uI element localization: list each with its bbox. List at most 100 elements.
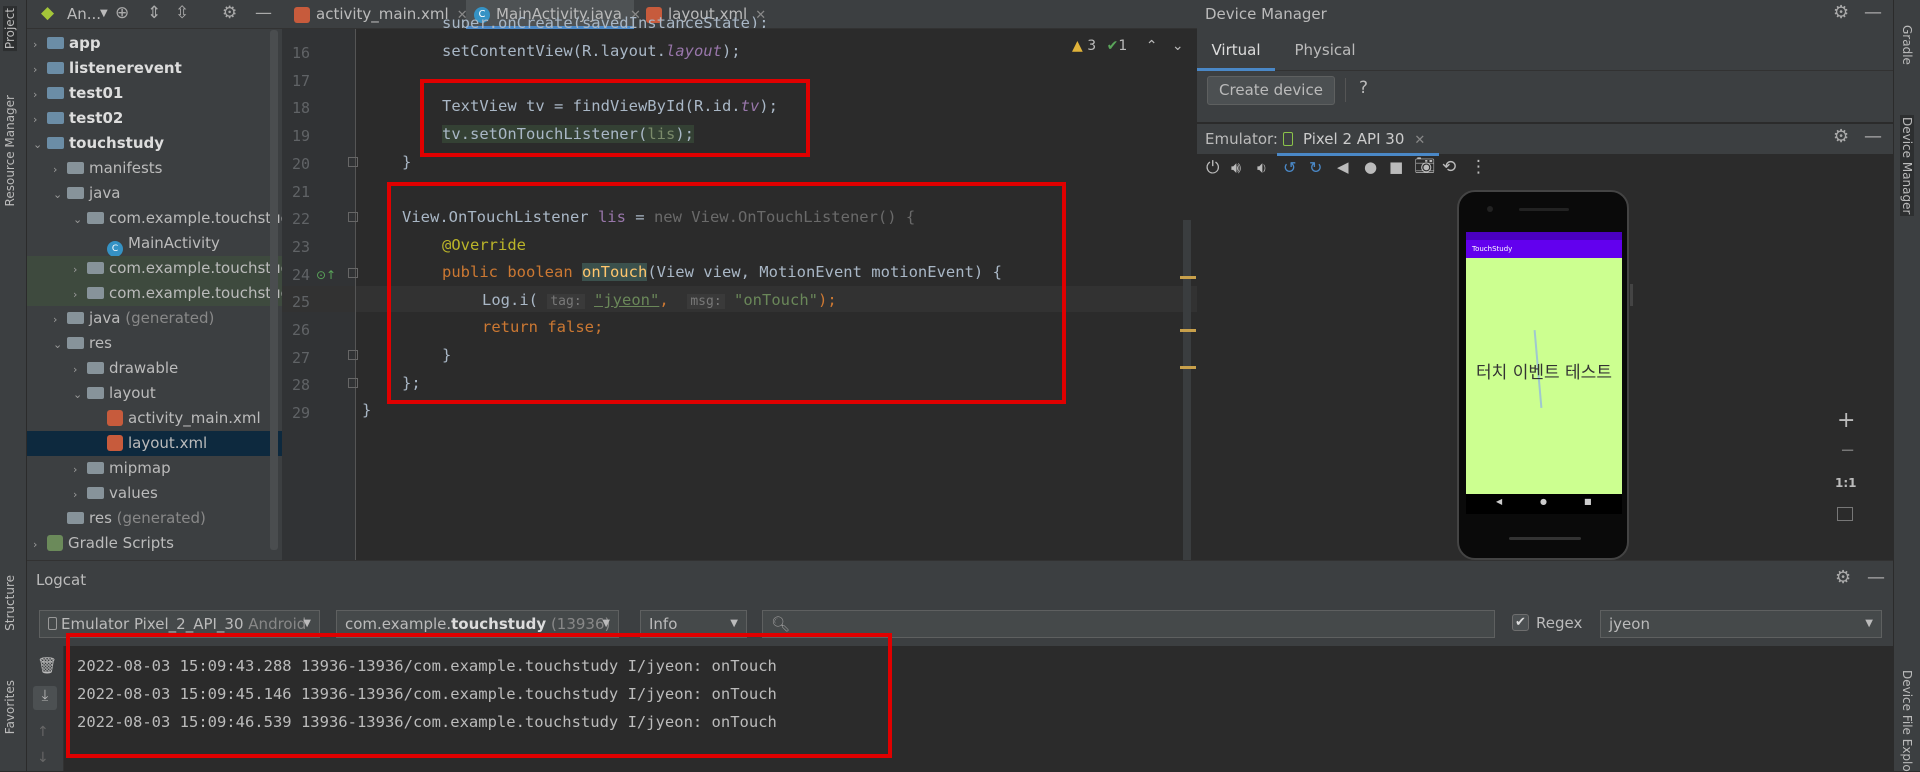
hide-icon[interactable]: — <box>1864 126 1882 147</box>
tree-item[interactable]: layout.xml <box>27 431 282 456</box>
tab-activity-main-xml[interactable]: activity_main.xml ✕ <box>286 0 468 29</box>
line-number: 28 <box>291 376 310 395</box>
warning-icon: ▲ <box>1072 38 1083 54</box>
collapse-all-icon[interactable]: ⇳ <box>175 3 189 23</box>
code-line-20: } <box>402 153 412 171</box>
device-icon <box>48 617 57 630</box>
expand-all-icon[interactable]: ⇕ <box>147 3 161 23</box>
chevron-right-icon[interactable]: › <box>33 532 47 556</box>
xml-file-icon <box>294 7 310 23</box>
hide-icon[interactable]: — <box>255 3 272 23</box>
tab-physical[interactable]: Physical <box>1275 33 1375 71</box>
code-line-16: setContentView(R.layout.layout); <box>442 42 741 60</box>
chevron-right-icon[interactable]: › <box>73 457 87 481</box>
status-bar <box>1466 232 1622 240</box>
highlight-box-listener-set <box>420 79 810 157</box>
device-tabs: Virtual Physical <box>1197 33 1893 71</box>
trash-icon[interactable]: 🗑︎ <box>37 656 57 675</box>
zoom-in-icon[interactable]: + <box>1837 408 1855 433</box>
emulator-panel: Emulator: Pixel 2 API 30 ✕ ⚙ — ⏻ 🔊︎ 🔉︎ ↺ … <box>1197 122 1893 560</box>
folder-icon <box>67 512 84 524</box>
gradle-tool-tab[interactable]: Gradle <box>1900 25 1914 65</box>
chevron-up-icon[interactable]: ⌃ <box>1146 38 1158 54</box>
tree-item-label: values <box>109 484 158 502</box>
device-manager-panel: Device Manager ⚙ — Virtual Physical Crea… <box>1197 0 1893 122</box>
tree-item[interactable]: › Gradle Scripts <box>27 531 282 556</box>
tab-pixel-2-api-30[interactable]: Pixel 2 API 30 ✕ <box>1277 124 1439 156</box>
volume-up-icon[interactable]: 🔊︎ <box>1231 158 1241 178</box>
editor-scrollbar[interactable] <box>1183 220 1191 560</box>
device-icon <box>1283 132 1293 146</box>
fold-icon[interactable] <box>348 212 358 222</box>
gear-icon[interactable]: ⚙ <box>1835 567 1851 588</box>
app-bar: TouchStudy <box>1466 240 1622 258</box>
tree-item[interactable]: res (generated) <box>27 506 282 531</box>
back-icon[interactable]: ◀ <box>1337 158 1349 176</box>
tab-virtual[interactable]: Virtual <box>1197 33 1275 71</box>
chevron-right-icon[interactable]: › <box>73 482 87 506</box>
fold-icon[interactable] <box>348 157 358 167</box>
project-view-selector[interactable]: An... <box>67 5 101 23</box>
gear-icon[interactable]: ⚙ <box>1833 126 1849 147</box>
inspection-widget[interactable]: ▲ 3 ✔1 ⌃ ⌄ <box>1072 38 1184 54</box>
scroll-to-end-icon[interactable]: ⤓ <box>33 686 57 710</box>
line-number: 23 <box>291 237 310 256</box>
implements-gutter-icon[interactable]: ⊙↑ <box>316 268 336 282</box>
overview-icon[interactable]: ■ <box>1584 497 1592 506</box>
search-icon: 🔍︎ <box>771 615 791 633</box>
warning-marker[interactable] <box>1180 329 1196 332</box>
project-toolbar: ◆ An... ▼ ⊕ ⇕ ⇳ ⚙ — <box>27 0 282 29</box>
code-line-15: super.onCreate(savedInstanceState); <box>442 14 769 28</box>
overview-icon[interactable]: ■ <box>1389 158 1403 176</box>
rotate-right-icon[interactable]: ↻ <box>1309 158 1322 177</box>
chevron-down-icon[interactable]: ⌄ <box>1172 38 1184 54</box>
zoom-fit-icon[interactable] <box>1837 507 1853 521</box>
line-number: 22 <box>291 210 310 229</box>
gear-icon[interactable]: ⚙ <box>1833 2 1849 23</box>
warning-marker[interactable] <box>1180 366 1196 369</box>
snapshot-icon[interactable]: ⟲ <box>1442 157 1456 177</box>
favorites-tool-tab[interactable]: Favorites <box>3 680 17 734</box>
filter-config-select[interactable]: jyeon ▼ <box>1600 610 1882 638</box>
regex-checkbox[interactable]: ✔ <box>1512 614 1529 631</box>
hide-icon[interactable]: — <box>1864 2 1882 23</box>
chevron-down-icon[interactable]: ▼ <box>100 8 108 19</box>
tree-item-suffix: (generated) <box>116 509 206 527</box>
fold-icon[interactable] <box>348 268 358 278</box>
phone-screen[interactable]: 터치 이벤트 테스트 <box>1466 258 1622 494</box>
zoom-out-icon[interactable]: − <box>1840 440 1855 461</box>
close-icon[interactable]: ✕ <box>1414 133 1425 148</box>
warning-marker[interactable] <box>1180 276 1196 279</box>
device-manager-tool-tab[interactable]: Device Manager <box>1900 115 1914 217</box>
arrow-down-icon[interactable]: ↓ <box>37 750 49 766</box>
tree-item-label: mipmap <box>109 459 171 477</box>
power-icon[interactable]: ⏻ <box>1206 158 1219 178</box>
tree-item[interactable]: › mipmap <box>27 456 282 481</box>
more-icon[interactable]: ⋮ <box>1470 157 1487 177</box>
camera-icon[interactable]: 📷︎ <box>1414 156 1436 176</box>
zoom-actual-size[interactable]: 1:1 <box>1835 476 1857 490</box>
help-button[interactable]: ? <box>1359 78 1368 98</box>
gear-icon[interactable]: ⚙ <box>222 3 237 23</box>
arrow-up-icon[interactable]: ↑ <box>37 724 49 740</box>
line-number: 25 <box>291 293 310 312</box>
structure-tool-tab[interactable]: Structure <box>3 575 17 631</box>
locate-icon[interactable]: ⊕ <box>115 3 129 23</box>
front-camera <box>1487 206 1493 212</box>
logcat-side-toolbar: 🗑︎ ⤓ ↑ ↓ <box>27 646 63 771</box>
line-number: 17 <box>291 71 310 90</box>
volume-down-icon[interactable]: 🔉︎ <box>1257 158 1267 178</box>
emulator-header: Emulator: Pixel 2 API 30 ✕ ⚙ — <box>1197 122 1893 156</box>
back-icon[interactable]: ◀ <box>1496 497 1502 506</box>
hide-icon[interactable]: — <box>1867 567 1885 588</box>
rotate-left-icon[interactable]: ↺ <box>1283 158 1296 177</box>
fold-icon[interactable] <box>348 350 358 360</box>
tree-item[interactable]: › values <box>27 481 282 506</box>
fold-icon[interactable] <box>348 378 358 388</box>
home-icon[interactable]: ● <box>1540 497 1547 506</box>
create-device-button[interactable]: Create device <box>1207 76 1335 105</box>
device-file-explorer-tool-tab[interactable]: Device File Explo <box>1900 670 1914 772</box>
home-icon[interactable]: ● <box>1364 158 1377 176</box>
line-number: 16 <box>291 44 310 62</box>
touch-text-view[interactable]: 터치 이벤트 테스트 <box>1466 358 1622 383</box>
